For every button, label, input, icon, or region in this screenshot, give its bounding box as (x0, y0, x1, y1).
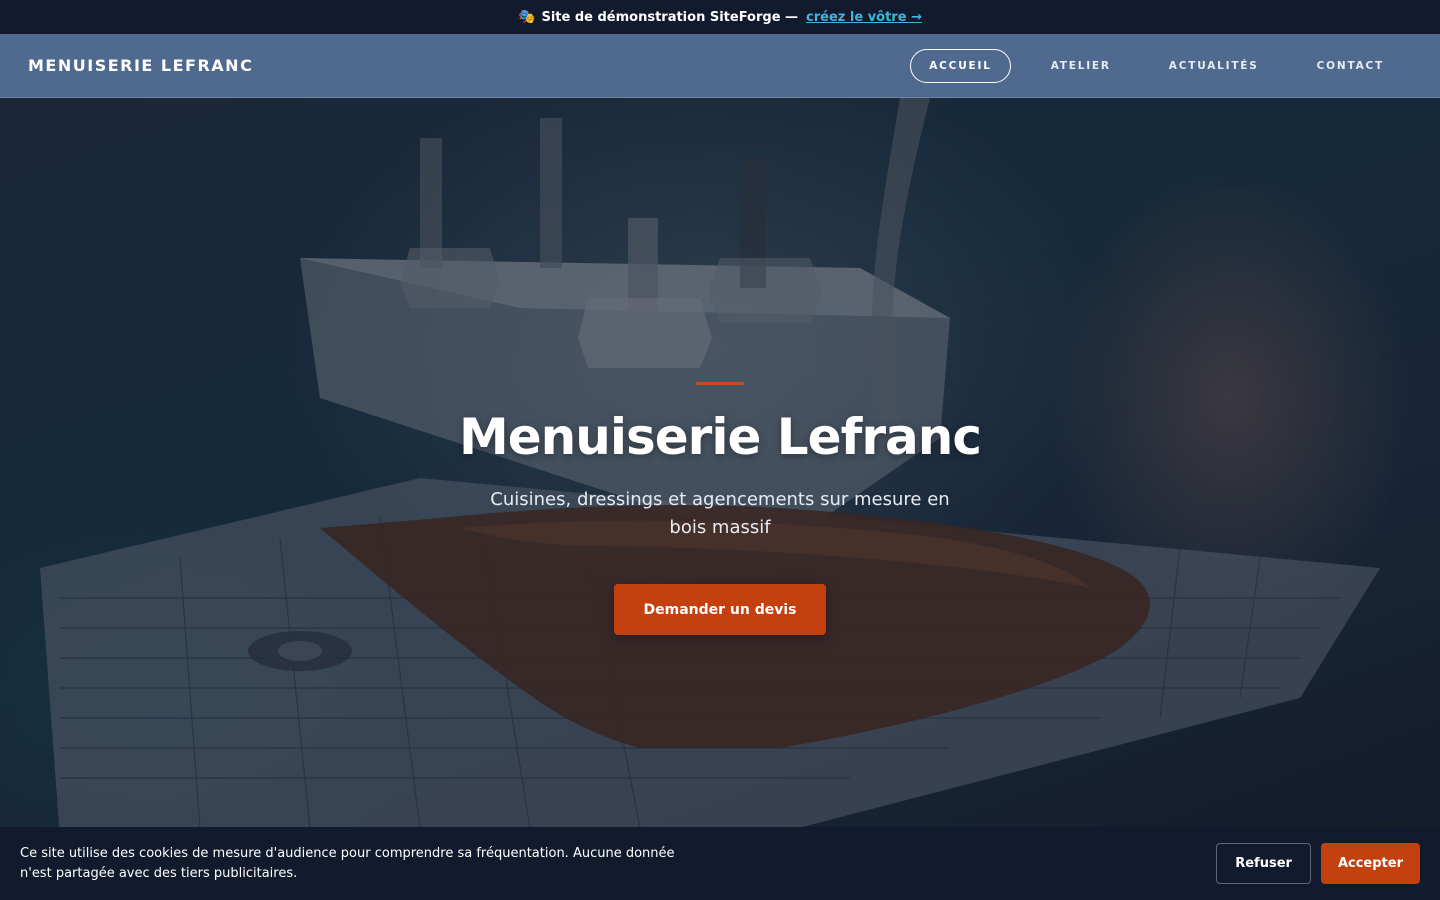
nav-item-atelier[interactable]: ATELIER (1033, 49, 1129, 83)
hero-subtitle: Cuisines, dressings et agencements sur m… (490, 489, 950, 538)
nav-links: ACCUEIL ATELIER ACTUALITÉS CONTACT (910, 48, 1412, 83)
nav-item-contact[interactable]: CONTACT (1299, 49, 1402, 83)
main-navbar: MENUISERIE LEFRANC ACCUEIL ATELIER ACTUA… (0, 34, 1440, 98)
hero-content: Menuiserie Lefranc Cuisines, dressings e… (0, 98, 1440, 828)
hero-section: Menuiserie Lefranc Cuisines, dressings e… (0, 98, 1440, 828)
accept-cookies-button[interactable]: Accepter (1320, 843, 1420, 884)
demo-banner-text: Site de démonstration SiteForge — (541, 9, 799, 25)
refuse-cookies-button[interactable]: Refuser (1216, 843, 1311, 884)
demo-banner: 🎭 Site de démonstration SiteForge — crée… (0, 0, 1440, 34)
cookie-actions: Refuser Accepter (1216, 843, 1420, 884)
theater-masks-icon: 🎭 (518, 9, 536, 25)
nav-item-actualites[interactable]: ACTUALITÉS (1151, 49, 1277, 83)
hero-accent-line (696, 382, 744, 385)
site-brand[interactable]: MENUISERIE LEFRANC (28, 56, 253, 75)
nav-item-accueil[interactable]: ACCUEIL (910, 48, 1011, 83)
cookie-message: Ce site utilise des cookies de mesure d'… (20, 845, 675, 881)
request-quote-button[interactable]: Demander un devis (614, 584, 826, 635)
cookie-banner: Ce site utilise des cookies de mesure d'… (0, 827, 1440, 900)
hero-title: Menuiserie Lefranc (459, 408, 982, 466)
create-site-link[interactable]: créez le vôtre → (806, 10, 922, 25)
